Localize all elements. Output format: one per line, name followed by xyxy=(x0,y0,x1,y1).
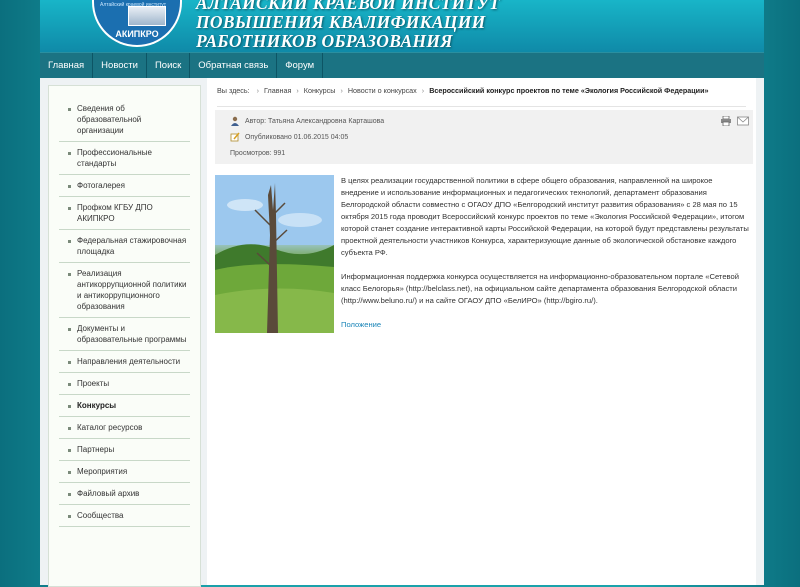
sidebar-item-anticorruption[interactable]: Реализация антикоррупционной политики и … xyxy=(59,263,190,318)
main-area: Сведения об образовательной организации … xyxy=(40,78,764,587)
breadcrumb-separator-icon: › xyxy=(421,86,425,95)
author-text: Автор: Татьяна Александровна Карташова xyxy=(244,117,385,125)
breadcrumb-separator-icon: › xyxy=(296,86,299,95)
published-text: Опубликовано 01.06.2015 04:05 xyxy=(244,133,349,141)
print-icon[interactable] xyxy=(720,116,732,126)
nav-home[interactable]: Главная xyxy=(40,53,94,79)
sidebar-item-resources[interactable]: Каталог ресурсов xyxy=(59,417,190,439)
logo-building-image xyxy=(128,6,166,26)
sidebar: Сведения об образовательной организации … xyxy=(48,85,201,587)
nav-forum[interactable]: Форум xyxy=(277,53,324,79)
nav-search[interactable]: Поиск xyxy=(147,53,191,79)
breadcrumb-separator-icon: › xyxy=(340,86,343,95)
views-text: Просмотров: 991 xyxy=(230,150,286,157)
sidebar-item-documents[interactable]: Документы и образовательные программы xyxy=(59,318,190,351)
article-paragraph-1: В целях реализации государственной полит… xyxy=(341,176,749,257)
site-header: Алтайский краевой институт АКИПКРО АЛТАЙ… xyxy=(40,0,764,52)
sidebar-item-union[interactable]: Профком КГБУ ДПО АКИПКРО xyxy=(59,197,190,230)
article-paragraph-2: Информационная поддержка конкурса осущес… xyxy=(341,272,739,305)
sidebar-item-org-info[interactable]: Сведения об образовательной организации xyxy=(59,98,190,142)
edit-icon xyxy=(230,132,240,142)
attachment-link[interactable]: Положение xyxy=(341,320,381,329)
breadcrumb-contests[interactable]: Конкурсы xyxy=(304,86,336,95)
nav-news[interactable]: Новости xyxy=(93,53,147,79)
author-row: Автор: Татьяна Александровна Карташова xyxy=(230,116,384,126)
content-panel: Вы здесь: › Главная › Конкурсы › Новости… xyxy=(207,78,756,585)
sidebar-item-federal-platform[interactable]: Федеральная стажировочная площадка xyxy=(59,230,190,263)
sidebar-item-communities[interactable]: Сообщества xyxy=(59,505,190,527)
sidebar-item-projects[interactable]: Проекты xyxy=(59,373,190,395)
breadcrumb-contest-news[interactable]: Новости о конкурсах xyxy=(348,86,417,95)
site-logo[interactable]: Алтайский краевой институт АКИПКРО xyxy=(92,0,182,47)
breadcrumb: Вы здесь: › Главная › Конкурсы › Новости… xyxy=(217,86,746,107)
sidebar-item-directions[interactable]: Направления деятельности xyxy=(59,351,190,373)
site-title-line-2: ПОВЫШЕНИЯ КВАЛИФИКАЦИИ xyxy=(196,12,486,32)
logo-text: АКИПКРО xyxy=(115,29,159,39)
site-title-line-3: РАБОТНИКОВ ОБРАЗОВАНИЯ xyxy=(196,31,453,51)
tree-landscape-image xyxy=(215,175,334,333)
breadcrumb-prefix: Вы здесь: xyxy=(217,86,250,95)
main-nav: Главная Новости Поиск Обратная связь Фор… xyxy=(40,52,764,79)
sidebar-item-file-archive[interactable]: Файловый архив xyxy=(59,483,190,505)
article-photo xyxy=(215,175,334,333)
sidebar-item-partners[interactable]: Партнеры xyxy=(59,439,190,461)
email-icon[interactable] xyxy=(737,116,749,126)
article-meta: Автор: Татьяна Александровна Карташова О… xyxy=(215,110,753,164)
site-title: АЛТАЙСКИЙ КРАЕВОЙ ИНСТИТУТ ПОВЫШЕНИЯ КВА… xyxy=(196,0,500,51)
breadcrumb-home[interactable]: Главная xyxy=(264,86,291,95)
sidebar-item-contests[interactable]: Конкурсы xyxy=(59,395,190,417)
breadcrumb-separator-icon: › xyxy=(254,86,260,95)
sidebar-item-events[interactable]: Мероприятия xyxy=(59,461,190,483)
sidebar-item-photogallery[interactable]: Фотогалерея xyxy=(59,175,190,197)
article-body: В целях реализации государственной полит… xyxy=(341,175,751,343)
user-icon xyxy=(231,116,239,126)
views-row: Просмотров: 991 xyxy=(230,150,285,157)
breadcrumb-current: Всероссийский конкурс проектов по теме «… xyxy=(429,86,709,95)
published-row: Опубликовано 01.06.2015 04:05 xyxy=(230,132,348,142)
sidebar-item-prof-standards[interactable]: Профессиональные стандарты xyxy=(59,142,190,175)
nav-feedback[interactable]: Обратная связь xyxy=(190,53,278,79)
